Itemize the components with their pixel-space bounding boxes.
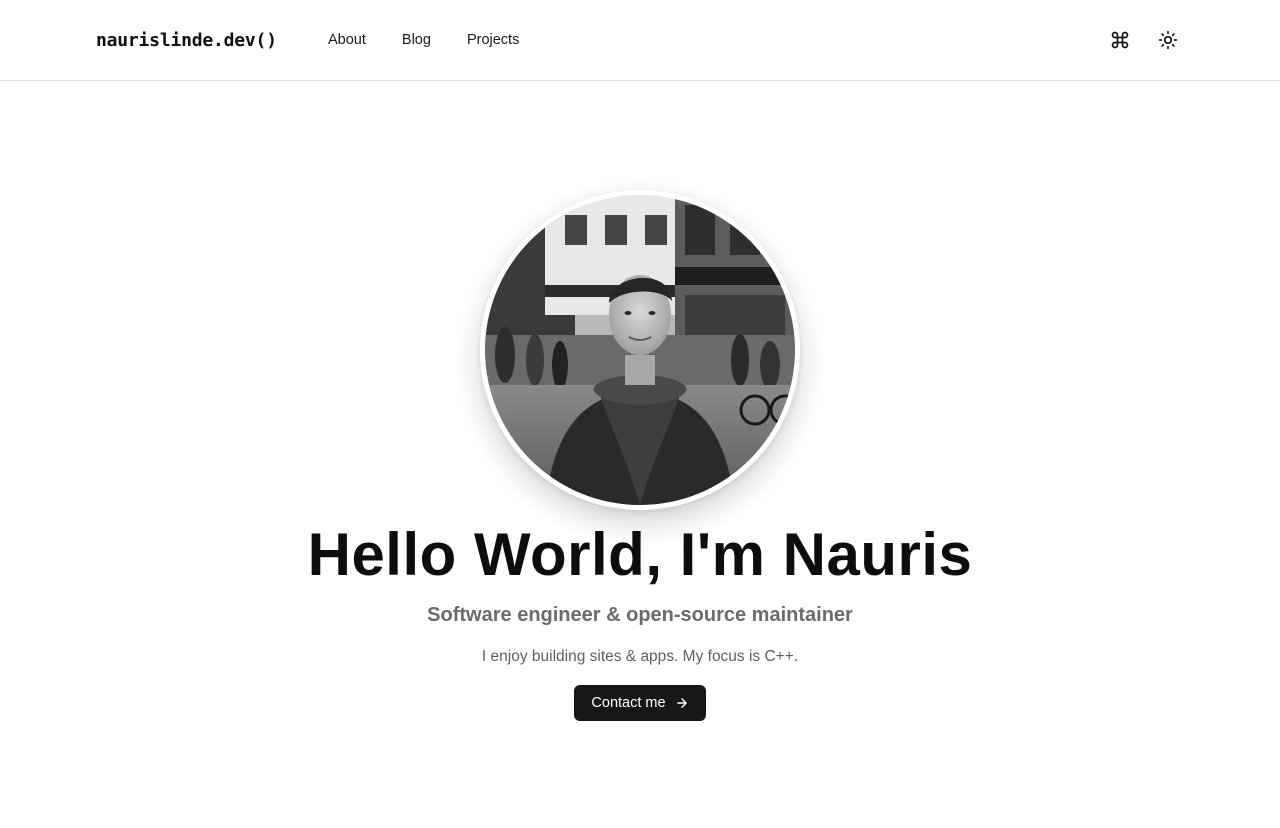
command-icon <box>1111 31 1129 49</box>
hero-title: Hello World, I'm Nauris <box>307 521 973 588</box>
contact-me-label: Contact me <box>591 695 666 711</box>
header-actions <box>1108 28 1180 52</box>
arrow-right-icon <box>676 698 687 708</box>
hero-section: Hello World, I'm Nauris Software enginee… <box>0 81 1280 828</box>
site-logo[interactable]: naurislinde.dev() <box>96 29 277 53</box>
site-header: naurislinde.dev() About Blog Projects <box>0 0 1280 81</box>
profile-photo <box>485 195 795 505</box>
contact-me-button[interactable]: Contact me <box>574 685 706 721</box>
nav-blog[interactable]: Blog <box>402 30 431 50</box>
theme-toggle-button[interactable] <box>1156 28 1180 52</box>
nav-about[interactable]: About <box>328 30 366 50</box>
hero-subtitle: Software engineer & open-source maintain… <box>427 604 853 626</box>
sun-icon <box>1158 30 1178 50</box>
hero-description: I enjoy building sites & apps. My focus … <box>481 648 799 665</box>
avatar-frame <box>480 190 800 510</box>
command-palette-button[interactable] <box>1108 28 1132 52</box>
nav-projects[interactable]: Projects <box>467 30 519 50</box>
main-nav: About Blog Projects <box>328 30 555 50</box>
